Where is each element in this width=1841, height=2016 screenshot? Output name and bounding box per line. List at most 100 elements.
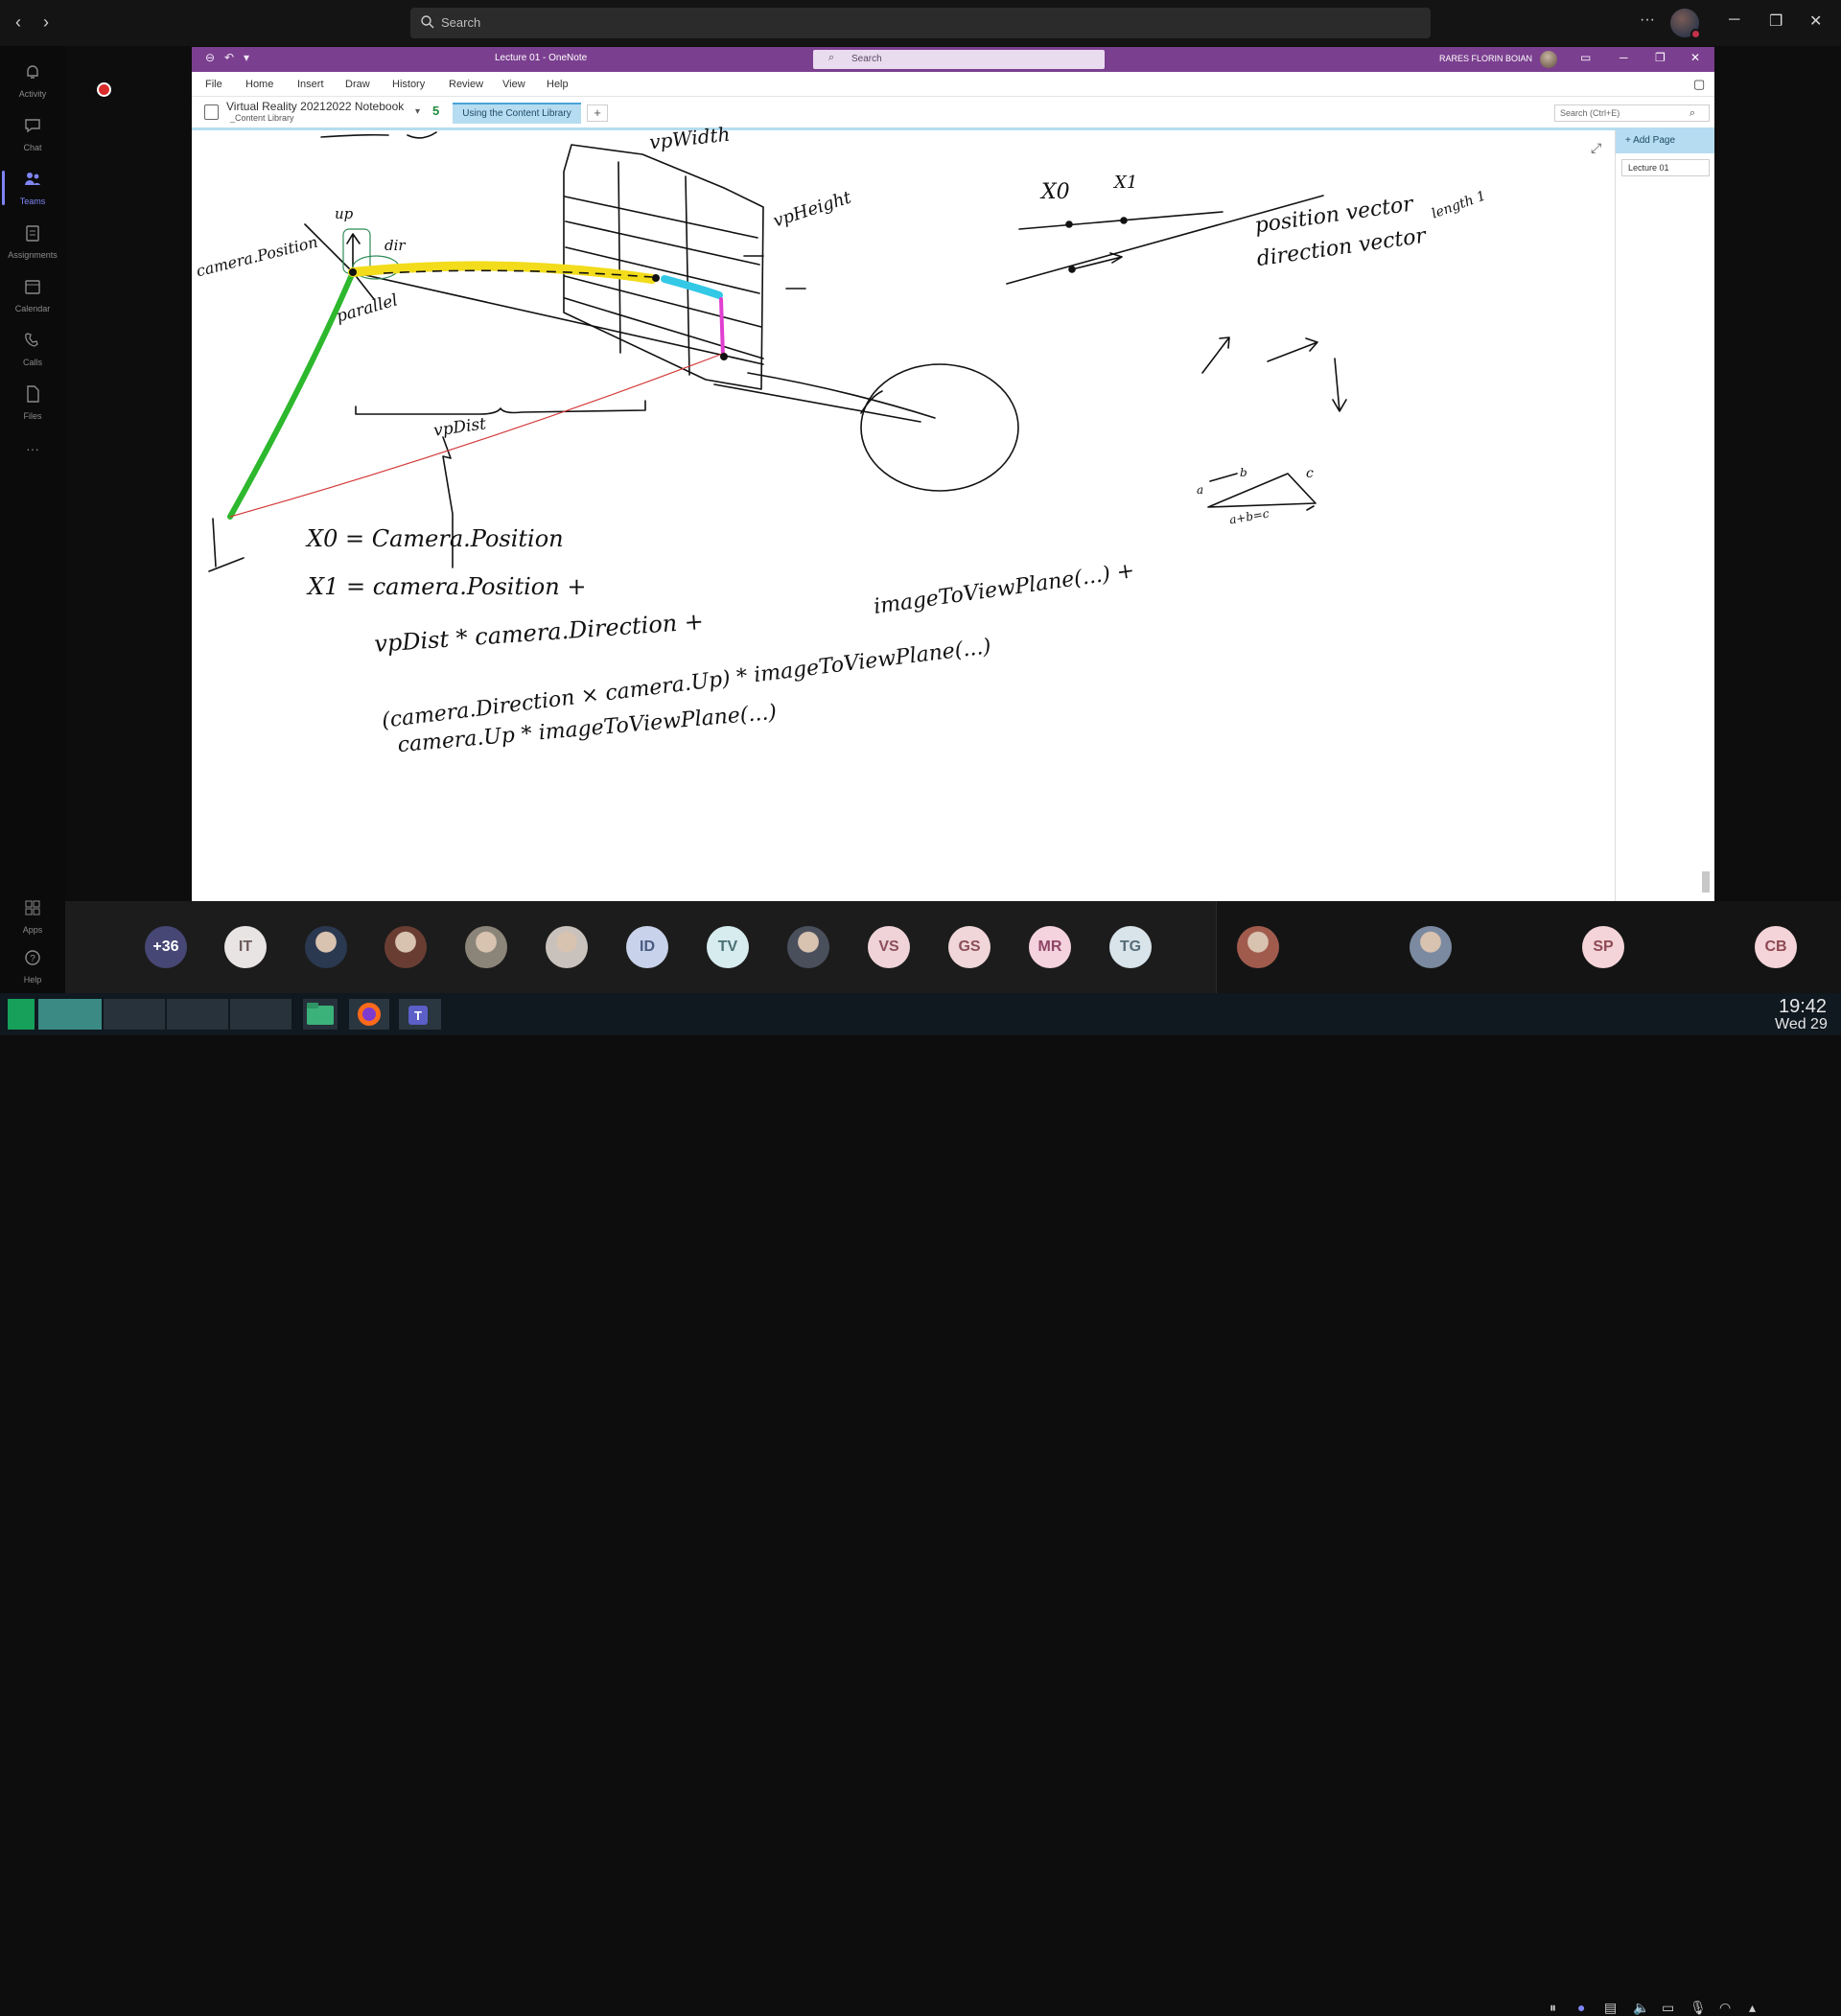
participant-avatar[interactable]: ID	[626, 926, 668, 968]
back-arrow-icon[interactable]: ‹	[8, 12, 29, 33]
participant-avatar-photo[interactable]	[465, 926, 507, 968]
file-manager-icon[interactable]	[303, 999, 338, 1030]
workspace-3[interactable]	[167, 999, 228, 1030]
rail-item-teams[interactable]: Teams	[0, 161, 65, 215]
firefox-icon[interactable]	[349, 999, 389, 1030]
teams-icon	[25, 173, 40, 185]
window-title: Lecture 01 - OneNote	[495, 53, 588, 63]
pause-icon[interactable]: ⏸	[1550, 2000, 1556, 2016]
menu-view[interactable]: View	[502, 79, 525, 90]
forward-arrow-icon[interactable]: ›	[35, 12, 57, 33]
scrollbar[interactable]	[1702, 871, 1710, 892]
menu-draw[interactable]: Draw	[345, 79, 370, 90]
rail-label: Assignments	[8, 250, 58, 260]
minimize-icon[interactable]: ─	[1729, 12, 1739, 29]
tray-expand-icon[interactable]: ▴	[1749, 2000, 1756, 2016]
rail-item-more[interactable]: ···	[0, 429, 65, 483]
search-placeholder: Search	[441, 15, 481, 30]
magenta-ray	[719, 297, 725, 359]
menu-file[interactable]: File	[205, 79, 222, 90]
notebook-dropdown-icon[interactable]: ▾	[415, 106, 420, 117]
file-icon	[27, 385, 39, 403]
immersive-reader-icon[interactable]: ▢	[1693, 77, 1705, 92]
minimize-icon[interactable]: ─	[1620, 51, 1628, 64]
microphone-icon[interactable]: 🎙	[1690, 2000, 1707, 2016]
page-search-input[interactable]: Search (Ctrl+E) ⌕	[1554, 104, 1710, 122]
add-page-button[interactable]: + Add Page	[1616, 130, 1714, 153]
participant-avatar[interactable]: MR	[1029, 926, 1071, 968]
workspace-2[interactable]	[104, 999, 165, 1030]
notebook-name[interactable]: Virtual Reality 20212022 Notebook	[226, 100, 404, 113]
participant-avatar[interactable]: +36	[145, 926, 187, 968]
add-page-label: Add Page	[1633, 135, 1676, 146]
rail-item-calendar[interactable]: Calendar	[0, 268, 65, 322]
participant-avatar-photo[interactable]	[305, 926, 347, 968]
battery-icon[interactable]: ▭	[1662, 2000, 1674, 2016]
menu-review[interactable]: Review	[449, 79, 483, 90]
volume-icon[interactable]: 🔈	[1633, 2000, 1649, 2016]
rail-item-assignments[interactable]: Assignments	[0, 215, 65, 268]
participant-avatar[interactable]: SP	[1582, 926, 1624, 968]
participant-avatar-photo[interactable]	[1237, 926, 1279, 968]
close-icon[interactable]: ✕	[1690, 51, 1700, 64]
participant-avatar[interactable]: TV	[707, 926, 749, 968]
close-icon[interactable]: ✕	[1809, 12, 1822, 31]
onenote-search-input[interactable]: ⌕ Search	[813, 50, 1105, 69]
rail-item-help[interactable]: ? Help	[0, 939, 65, 993]
ink-stroke	[564, 275, 762, 328]
yellow-ray	[348, 261, 657, 284]
undo-icon[interactable]: ↶	[224, 51, 234, 64]
participant-avatar-photo[interactable]	[546, 926, 588, 968]
teams-top-bar: ‹ › Search ··· ─ ❐ ✕	[0, 0, 1841, 46]
teams-search-input[interactable]: Search	[410, 8, 1431, 38]
clock-date[interactable]: Wed 29	[1775, 1016, 1828, 1033]
workspace-1[interactable]	[38, 999, 102, 1030]
more-options-icon[interactable]: ···	[1640, 12, 1655, 29]
rail-item-activity[interactable]: Activity	[0, 54, 65, 107]
teams-taskbar-icon[interactable]: T	[399, 999, 441, 1030]
rail-item-calls[interactable]: Calls	[0, 322, 65, 376]
restore-icon[interactable]: ❐	[1769, 12, 1783, 31]
pages-pane: + Add Page Lecture 01	[1615, 130, 1714, 901]
expand-icon[interactable]: ⤢	[1591, 140, 1601, 156]
menu-insert[interactable]: Insert	[297, 79, 324, 90]
menu-home[interactable]: Home	[245, 79, 273, 90]
page-list-item[interactable]: Lecture 01	[1621, 159, 1710, 176]
ink-stroke	[320, 131, 437, 139]
strip-pinned-area	[1216, 901, 1841, 993]
ribbon-display-icon[interactable]: ▭	[1580, 51, 1591, 64]
rail-item-files[interactable]: Files	[0, 376, 65, 429]
participant-avatar-photo[interactable]	[385, 926, 427, 968]
menu-help[interactable]: Help	[547, 79, 569, 90]
note-canvas[interactable]: vpWidth vpHeight up dir camera.Position …	[192, 123, 1614, 901]
participant-avatar[interactable]: TG	[1109, 926, 1152, 968]
section-tab[interactable]: Using the Content Library	[453, 103, 581, 124]
restore-icon[interactable]: ❐	[1655, 51, 1666, 64]
participant-avatar-photo[interactable]	[787, 926, 829, 968]
profile-avatar[interactable]	[1670, 9, 1701, 39]
app-launcher-icon[interactable]	[8, 999, 35, 1030]
menu-history[interactable]: History	[392, 79, 425, 90]
participant-avatar[interactable]: VS	[868, 926, 910, 968]
onenote-menu-bar: File Home Insert Draw History Review Vie…	[192, 72, 1714, 97]
rail-item-chat[interactable]: Chat	[0, 107, 65, 161]
arrow	[1332, 358, 1347, 412]
point-x1	[1120, 217, 1128, 224]
ink-stroke	[1209, 473, 1238, 482]
user-avatar[interactable]	[1540, 51, 1557, 68]
wifi-icon[interactable]: ◠	[1719, 2000, 1731, 2016]
back-icon[interactable]: ⊖	[205, 51, 215, 64]
participant-avatar-photo[interactable]	[1410, 926, 1452, 968]
workspace-4[interactable]	[230, 999, 291, 1030]
participant-avatar[interactable]: GS	[948, 926, 990, 968]
participant-avatar[interactable]: CB	[1755, 926, 1797, 968]
rail-item-apps[interactable]: Apps	[0, 890, 65, 943]
clock-time[interactable]: 19:42	[1779, 996, 1827, 1018]
teams-tray-icon[interactable]: ●	[1577, 2000, 1585, 2015]
user-name[interactable]: RARES FLORIN BOIAN	[1439, 54, 1532, 63]
participant-avatar[interactable]: IT	[224, 926, 267, 968]
ink-equation-1: X0 = Camera.Position	[307, 525, 564, 552]
add-section-button[interactable]: +	[587, 104, 608, 122]
quick-access-dropdown-icon[interactable]: ▾	[244, 51, 249, 64]
clipboard-icon[interactable]: ▤	[1604, 2000, 1617, 2016]
